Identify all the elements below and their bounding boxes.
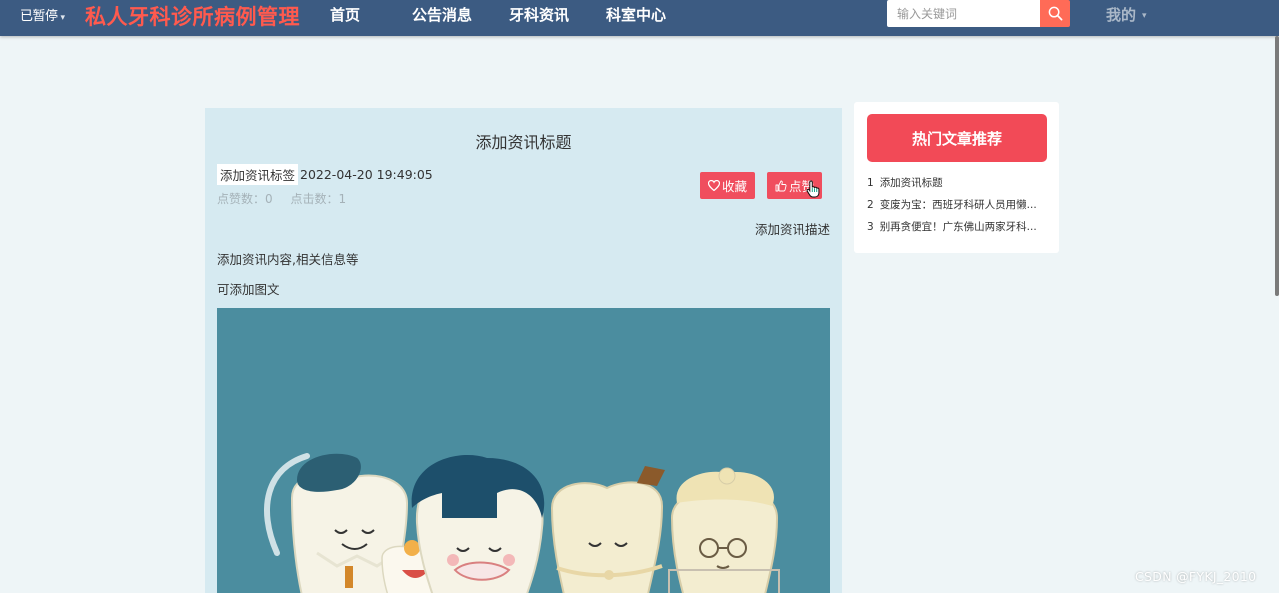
nav-item-home[interactable]: 首页 [330,4,360,25]
article-tag: 添加资讯标签 [217,164,299,185]
article-date: 2022-04-20 19:49:05 [300,167,433,182]
search-button[interactable] [1040,0,1070,27]
article-content: 添加资讯内容,相关信息等 [217,252,359,267]
list-item-text: 添加资讯标题 [879,177,943,189]
list-item-text: 变废为宝：西班牙科研人员用懒... [879,199,1037,211]
click-count: 点击数：1 [290,192,347,206]
nav-item-departments[interactable]: 科室中心 [606,4,666,25]
hot-articles-list: 1 添加资讯标题 2 变废为宝：西班牙科研人员用懒... 3 别再贪便宜！广东佛山两家… [867,175,1047,241]
article-title: 添加资讯标题 [475,133,572,152]
cartoon-teeth-image [264,453,780,593]
favorite-label: 收藏 [721,179,747,194]
list-item[interactable]: 1 添加资讯标题 [867,175,1047,197]
user-menu-label: 我的 [1106,6,1137,24]
list-item-number: 1 [867,177,874,189]
watermark: CSDN @FYKJ_2010 [1135,569,1257,584]
paused-dropdown-icon: ▾ [60,13,66,23]
list-item[interactable]: 2 变废为宝：西班牙科研人员用懒... [867,197,1047,219]
nav-item-dental-news[interactable]: 牙科资讯 [509,4,569,25]
article-panel: 添加资讯标题 添加资讯标签 2022-04-20 19:49:05 点赞数：0 … [205,108,842,593]
search-input[interactable] [887,0,1040,27]
search-icon [1048,6,1062,21]
paused-label: 已暂停 [20,9,58,24]
like-button[interactable]: 点赞 [767,172,822,199]
article-illustration [217,308,830,593]
site-brand[interactable]: 私人牙科诊所病例管理 [85,1,300,31]
user-menu[interactable]: 我的 ▾ [1106,4,1147,25]
hand-cursor-icon [806,180,820,198]
article-content-note: 可添加图文 [217,282,280,297]
article-stats: 点赞数：0 点击数：1 [217,190,360,207]
list-item-number: 3 [867,221,874,233]
scrollbar[interactable] [1275,36,1279,296]
list-item[interactable]: 3 别再贪便宜！广东佛山两家牙科... [867,219,1047,241]
list-item-text: 别再贪便宜！广东佛山两家牙科... [879,221,1037,233]
hot-articles-title: 热门文章推荐 [867,114,1047,162]
heart-icon [707,180,720,191]
article-description: 添加资讯描述 [754,222,830,237]
like-count: 点赞数：0 [217,192,273,206]
chevron-down-icon: ▾ [1142,11,1147,21]
hot-articles-sidebar: 热门文章推荐 1 添加资讯标题 2 变废为宝：西班牙科研人员用懒... 3 别再贪便宜… [854,102,1059,253]
favorite-button[interactable]: 收藏 [700,172,755,199]
thumbs-up-icon [775,180,787,191]
paused-indicator: 已暂停 ▾ [20,5,65,24]
list-item-number: 2 [867,199,874,211]
nav-item-announcements[interactable]: 公告消息 [412,4,472,25]
top-navbar: 已暂停▾ 私人牙科诊所病例管理 首页 公告消息 牙科资讯 科室中心 我的▾ [0,0,1279,36]
